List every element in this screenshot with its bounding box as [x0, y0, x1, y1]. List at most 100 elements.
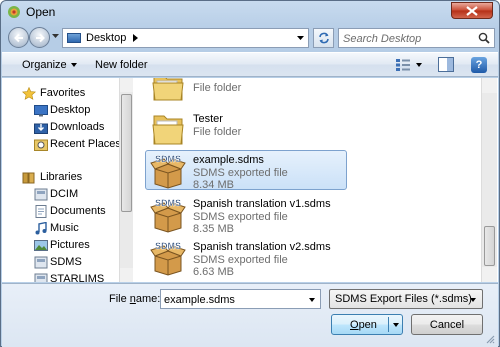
scroll-up-button[interactable] [120, 78, 133, 92]
nav-item-label: Pictures [50, 239, 90, 251]
open-options-dropdown-icon[interactable] [393, 323, 399, 327]
title-bar[interactable]: Open [1, 1, 499, 23]
close-button[interactable] [451, 2, 493, 19]
file-name-input[interactable] [164, 292, 304, 307]
command-toolbar: Organize New folder ? [2, 52, 498, 77]
organize-menu-button[interactable]: Organize [22, 59, 77, 71]
refresh-icon [319, 32, 329, 44]
file-list: File folder Tester File folder SDMS exam… [134, 78, 481, 282]
scroll-thumb[interactable] [484, 226, 495, 266]
library-folder-icon [34, 273, 48, 282]
file-type-value: SDMS Export Files (*.sdms) [335, 293, 472, 305]
help-icon[interactable]: ? [471, 57, 487, 73]
scroll-up-button[interactable] [482, 78, 497, 93]
resize-grip-icon[interactable] [485, 334, 495, 344]
sdms-package-icon: SDMS [150, 198, 186, 233]
library-folder-icon [34, 256, 48, 269]
file-item-folder[interactable]: File folder [146, 78, 346, 106]
search-box[interactable] [338, 28, 495, 48]
open-button-label: Open [350, 319, 377, 331]
file-type: SDMS exported file [193, 254, 288, 266]
documents-icon [35, 205, 47, 218]
file-name: Tester [193, 113, 223, 125]
search-icon[interactable] [478, 32, 490, 44]
forward-button[interactable] [29, 27, 50, 48]
new-folder-button[interactable]: New folder [95, 59, 148, 71]
close-icon [466, 6, 478, 16]
open-label-rest: pen [358, 319, 377, 331]
refresh-button[interactable] [313, 28, 334, 48]
sdms-package-icon: SDMS [150, 241, 186, 276]
libraries-icon [22, 172, 35, 184]
nav-item-label: DCIM [50, 188, 79, 200]
file-name: Spanish translation v2.sdms [193, 241, 331, 253]
desktop-icon [67, 33, 81, 43]
file-type: SDMS exported file [193, 167, 288, 179]
file-item-spanish-v1[interactable]: SDMS Spanish translation v1.sdms SDMS ex… [146, 195, 346, 235]
nav-libraries-label: Libraries [40, 171, 83, 183]
nav-item-label: Recent Places [50, 138, 119, 150]
app-icon [8, 6, 20, 18]
file-name-combobox[interactable] [160, 289, 321, 309]
breadcrumb-desktop[interactable]: Desktop [86, 32, 126, 44]
music-icon [35, 222, 47, 235]
file-type: SDMS exported file [193, 211, 288, 223]
organize-dropdown-icon [70, 63, 77, 68]
file-type: File folder [193, 82, 242, 94]
address-row: Desktop [6, 26, 495, 50]
navigation-pane: Favorites Desktop Downloads Recent Place… [2, 78, 119, 282]
window-title: Open [26, 5, 56, 19]
pictures-icon [34, 240, 48, 251]
navigation-scrollbar[interactable] [119, 78, 133, 282]
folder-icon [152, 115, 184, 145]
content-area: Favorites Desktop Downloads Recent Place… [2, 78, 498, 282]
desktop-icon [34, 105, 48, 117]
file-item-tester[interactable]: Tester File folder [146, 110, 346, 150]
sdms-badge-label: SDMS [155, 154, 181, 164]
bottom-panel: File name: SDMS Export Files (*.sdms) Op… [2, 283, 498, 347]
downloads-icon [34, 123, 48, 134]
file-size: 6.63 MB [193, 266, 234, 278]
address-bar[interactable]: Desktop [62, 28, 309, 48]
file-name-label: File name: [109, 293, 160, 305]
change-view-icon[interactable] [395, 58, 411, 72]
back-button[interactable] [8, 27, 29, 48]
sdms-badge-label: SDMS [155, 198, 181, 208]
library-folder-icon [34, 188, 48, 201]
recent-locations-dropdown-icon[interactable] [52, 34, 59, 38]
scroll-down-button[interactable] [120, 268, 133, 282]
file-item-spanish-v2[interactable]: SDMS Spanish translation v2.sdms SDMS ex… [146, 238, 346, 278]
scroll-thumb[interactable] [121, 94, 132, 212]
nav-favorites-label: Favorites [40, 87, 86, 99]
file-name-label-suffix: ame: [135, 293, 161, 305]
nav-item-label: Documents [50, 205, 106, 217]
open-dialog-window: Open Desktop Search Desktop Organize New… [0, 0, 500, 347]
nav-item-label: Music [50, 222, 79, 234]
file-item-example-sdms[interactable]: SDMS example.sdms SDMS exported file 8.3… [145, 150, 347, 191]
file-size: 8.35 MB [193, 223, 234, 235]
sdms-badge-label: SDMS [155, 241, 181, 251]
view-dropdown-icon[interactable] [416, 63, 422, 67]
breadcrumb-chevron-icon[interactable] [133, 34, 138, 42]
cancel-button[interactable]: Cancel [411, 314, 483, 335]
open-button[interactable]: Open [331, 314, 403, 335]
scroll-down-button[interactable] [482, 267, 497, 282]
preview-pane-icon[interactable] [438, 57, 454, 72]
search-input[interactable] [343, 31, 473, 46]
nav-item-label: STARLIMS [50, 273, 105, 282]
nav-item-label: SDMS [50, 256, 82, 268]
file-name-dropdown-icon[interactable] [309, 298, 315, 302]
file-type-select[interactable]: SDMS Export Files (*.sdms) [329, 289, 483, 309]
folder-icon [152, 78, 184, 101]
recent-places-icon [34, 139, 48, 151]
favorites-star-icon [22, 87, 36, 100]
file-size: 8.34 MB [193, 179, 234, 191]
file-name-label-prefix: File [109, 293, 130, 305]
file-list-scrollbar[interactable] [481, 78, 497, 282]
cancel-button-label: Cancel [429, 319, 465, 331]
address-dropdown-icon[interactable] [297, 36, 304, 40]
open-accesskey: O [350, 319, 359, 331]
file-name: Spanish translation v1.sdms [193, 198, 331, 210]
nav-item-label: Desktop [50, 104, 91, 116]
organize-label: Organize [22, 59, 67, 71]
